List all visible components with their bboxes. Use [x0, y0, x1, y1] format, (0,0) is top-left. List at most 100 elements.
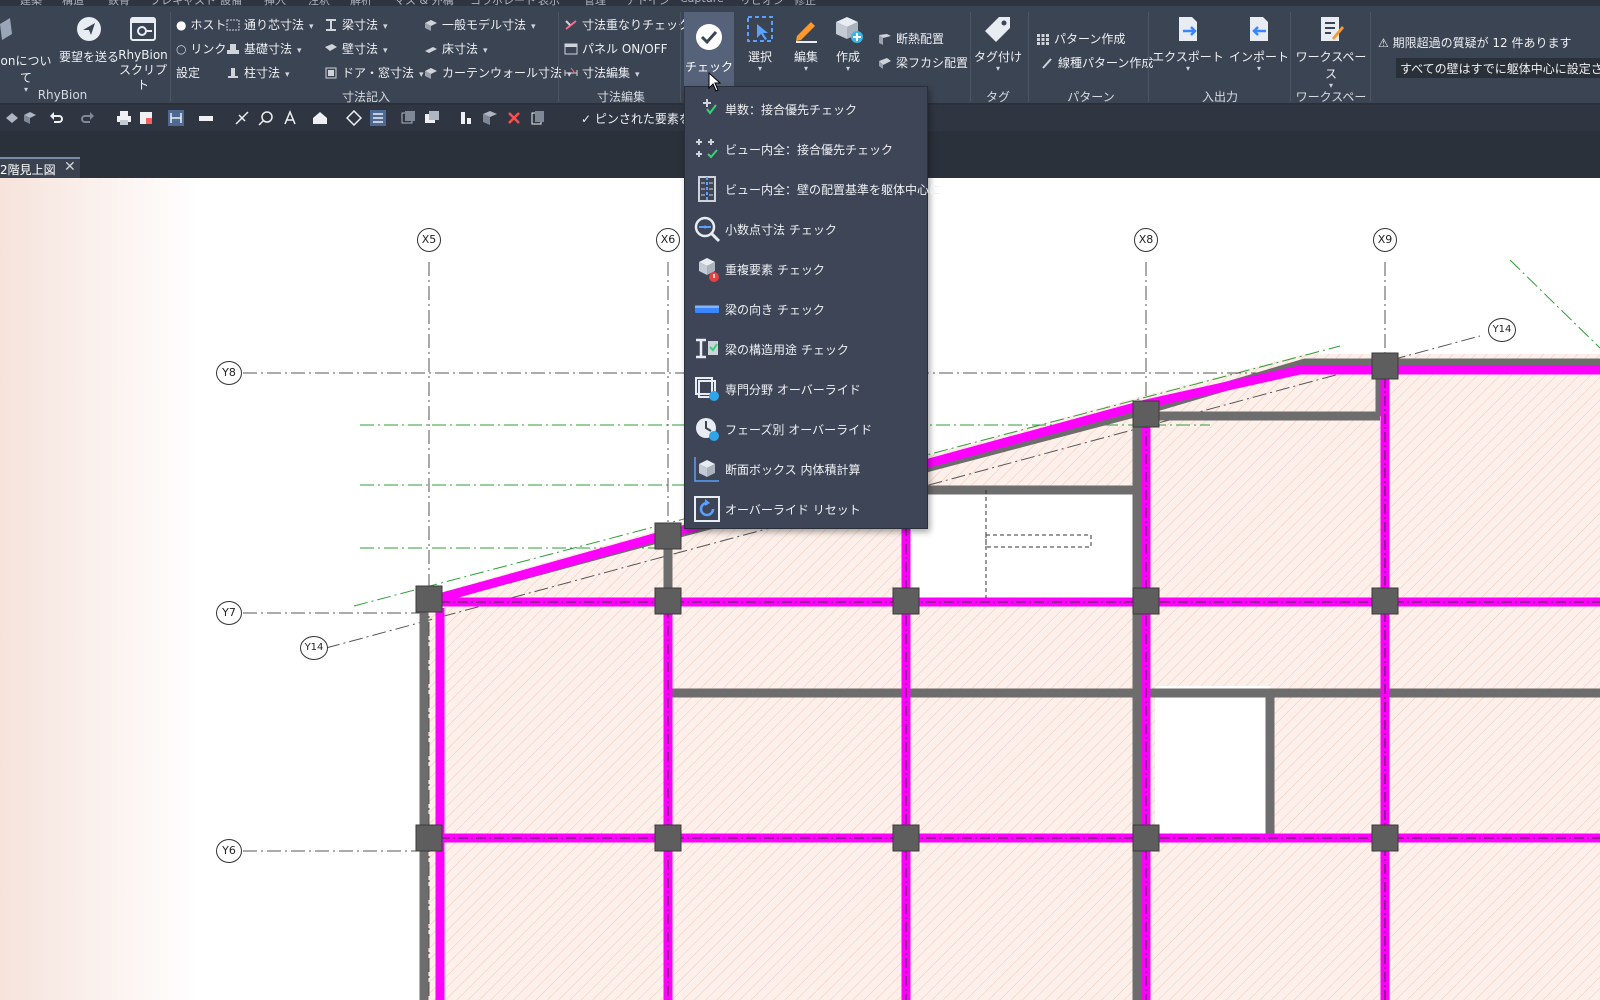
rhybion-script-button[interactable]: RhyBion スクリプト	[116, 14, 170, 93]
line-pen-icon	[1042, 58, 1052, 69]
select-button[interactable]: 選択 ▾	[736, 14, 784, 73]
align-dim-icon[interactable]	[234, 110, 250, 126]
panel-label-rhybion: RhyBion	[37, 88, 88, 102]
host-radio[interactable]: ● ホスト	[176, 16, 226, 34]
tag-button[interactable]: タグ付け ▾	[974, 14, 1022, 73]
foundation-dim-button[interactable]: 基礎寸法	[226, 40, 302, 58]
switch-window-icon[interactable]	[424, 110, 440, 126]
dim-edit-button[interactable]: 寸法編集	[564, 64, 640, 82]
pattern-grid-icon	[1037, 34, 1049, 45]
menu-item-beam-usage[interactable]: 梁の構造用途 チェック	[685, 329, 927, 369]
floor-slab	[420, 354, 1600, 1000]
grid-bubble-y6[interactable]: Y6	[216, 839, 242, 863]
rhybion-logo-icon[interactable]	[0, 14, 12, 48]
overlap-check-button[interactable]: 寸法重なりチェック	[564, 16, 690, 34]
thin-lines-icon[interactable]	[370, 110, 386, 126]
magnifier-icon	[694, 216, 721, 243]
create-button[interactable]: 作成 ▾	[826, 14, 870, 73]
tab-view[interactable]: 2階見上図 ✕	[0, 157, 80, 178]
check-circle-icon	[696, 24, 722, 50]
send-icon	[77, 17, 101, 41]
phase-clock-icon	[696, 418, 719, 441]
grid-bubble-x8[interactable]: X8	[1134, 228, 1158, 252]
workspace-icon	[1321, 17, 1344, 41]
line-pattern-button[interactable]: 線種パターン作成	[1040, 54, 1153, 72]
tag-search-icon[interactable]	[258, 110, 274, 126]
grid-dim-button[interactable]: 通り芯寸法	[226, 16, 314, 34]
background-fade	[0, 178, 200, 1000]
menu-item-wall-center[interactable]: ビュー内全：壁の配置基準を躯体中心に	[685, 169, 941, 209]
panel-toggle-button[interactable]: パネル ON/OFF	[564, 40, 668, 58]
menu-item-beam-direction[interactable]: 梁の向き チェック	[685, 289, 927, 329]
door-window-dim-button[interactable]: ドア・窓寸法	[324, 64, 424, 82]
measure-icon[interactable]	[198, 110, 214, 126]
export-button[interactable]: エクスポート ▾	[1152, 14, 1224, 73]
floor-dim-button[interactable]: 床寸法	[424, 40, 488, 58]
home-3d-icon[interactable]	[312, 110, 328, 126]
menu-item-discipline-override[interactable]: 専門分野 オーバーライド	[685, 369, 927, 409]
foundation-icon	[227, 44, 239, 54]
beam-dim-button[interactable]: 梁寸法	[324, 16, 388, 34]
delete-icon[interactable]	[506, 110, 522, 126]
column-dim-button[interactable]: 柱寸法	[226, 64, 290, 82]
undo-icon[interactable]	[48, 110, 64, 126]
join-check-icon	[703, 99, 717, 115]
insulation-icon	[879, 34, 891, 45]
workspace-button[interactable]: ワークスペース ▾	[1294, 14, 1368, 90]
redo-icon[interactable]	[80, 110, 96, 126]
menu-item-phase-override[interactable]: フェーズ別 オーバーライド	[685, 409, 927, 449]
menu-item-single-join-check[interactable]: 単数：接合優先チェック	[685, 89, 927, 129]
curtain-wall-dim-button[interactable]: カーテンウォール寸法	[424, 64, 572, 82]
grid-bubble-y14-right[interactable]: Y14	[1488, 318, 1516, 342]
overdue-notice[interactable]: ⚠ 期限超過の質疑が 12 件あります	[1378, 34, 1572, 51]
feedback-button[interactable]: 要望を送る	[58, 14, 120, 65]
dimension-toggle-icon[interactable]	[168, 110, 184, 126]
dim-edit-icon	[564, 67, 578, 76]
box-icon[interactable]	[482, 110, 498, 126]
pin-cube-icon[interactable]	[22, 110, 38, 126]
menu-item-duplicate-check[interactable]: 重複要素 チェック	[685, 249, 927, 289]
menu-item-decimal-check[interactable]: 小数点寸法 チェック	[685, 209, 927, 249]
sync-icon[interactable]	[4, 110, 20, 126]
pattern-create-button[interactable]: パターン作成	[1036, 30, 1125, 48]
beam-fukashi-button[interactable]: 梁フカシ配置	[878, 54, 968, 72]
pencil-icon	[796, 22, 817, 43]
menu-item[interactable]: Capture	[680, 0, 724, 5]
export-icon	[1179, 17, 1197, 41]
menu-item-override-reset[interactable]: オーバーライド リセット	[685, 489, 927, 529]
section-icon[interactable]	[346, 110, 362, 126]
close-hidden-icon[interactable]	[400, 110, 416, 126]
link-radio[interactable]: ○ リンク	[176, 40, 226, 58]
copy-icon[interactable]	[530, 110, 546, 126]
grid-bubble-y8[interactable]: Y8	[216, 361, 242, 385]
settings-button[interactable]: 設定	[176, 64, 200, 82]
wall-notice[interactable]: すべての壁はすでに躯体中心に設定されてい	[1396, 58, 1600, 78]
text-icon[interactable]	[282, 110, 298, 126]
grid-bubble-y7[interactable]: Y7	[216, 601, 242, 625]
import-button[interactable]: インポート ▾	[1228, 14, 1290, 73]
insulation-button[interactable]: 断熱配置	[878, 30, 944, 48]
grid-bubble-x5[interactable]: X5	[417, 228, 441, 252]
wall-center-icon	[698, 176, 716, 202]
menu-item-section-box-volume[interactable]: 断面ボックス 内体積計算	[685, 449, 927, 489]
close-icon[interactable]: ✕	[64, 159, 76, 175]
print-icon[interactable]	[116, 110, 132, 126]
grid-bubble-x6[interactable]: X6	[656, 228, 680, 252]
grid-bubble-y14-left[interactable]: Y14	[300, 636, 328, 660]
generic-model-dim-button[interactable]: 一般モデル寸法	[424, 16, 536, 34]
edit-button[interactable]: 編集 ▾	[784, 14, 828, 73]
floor-opening	[905, 490, 1137, 598]
sheet-icon[interactable]	[138, 110, 154, 126]
align-icon[interactable]	[458, 110, 474, 126]
wall-dim-button[interactable]: 壁寸法	[324, 40, 388, 58]
discipline-override-icon	[695, 377, 719, 401]
multi-join-icon	[696, 139, 718, 159]
menu-item-view-join-check[interactable]: ビュー内全：接合優先チェック	[685, 129, 927, 169]
floor-icon	[425, 47, 437, 53]
column-icon	[228, 68, 238, 78]
grid-bubble-x9[interactable]: X9	[1373, 228, 1397, 252]
create-cube-icon	[836, 17, 863, 43]
panel-label-dim-edit: 寸法編集	[596, 90, 645, 104]
panel-label-tag: タグ	[985, 90, 1010, 104]
wall-icon	[325, 44, 337, 51]
